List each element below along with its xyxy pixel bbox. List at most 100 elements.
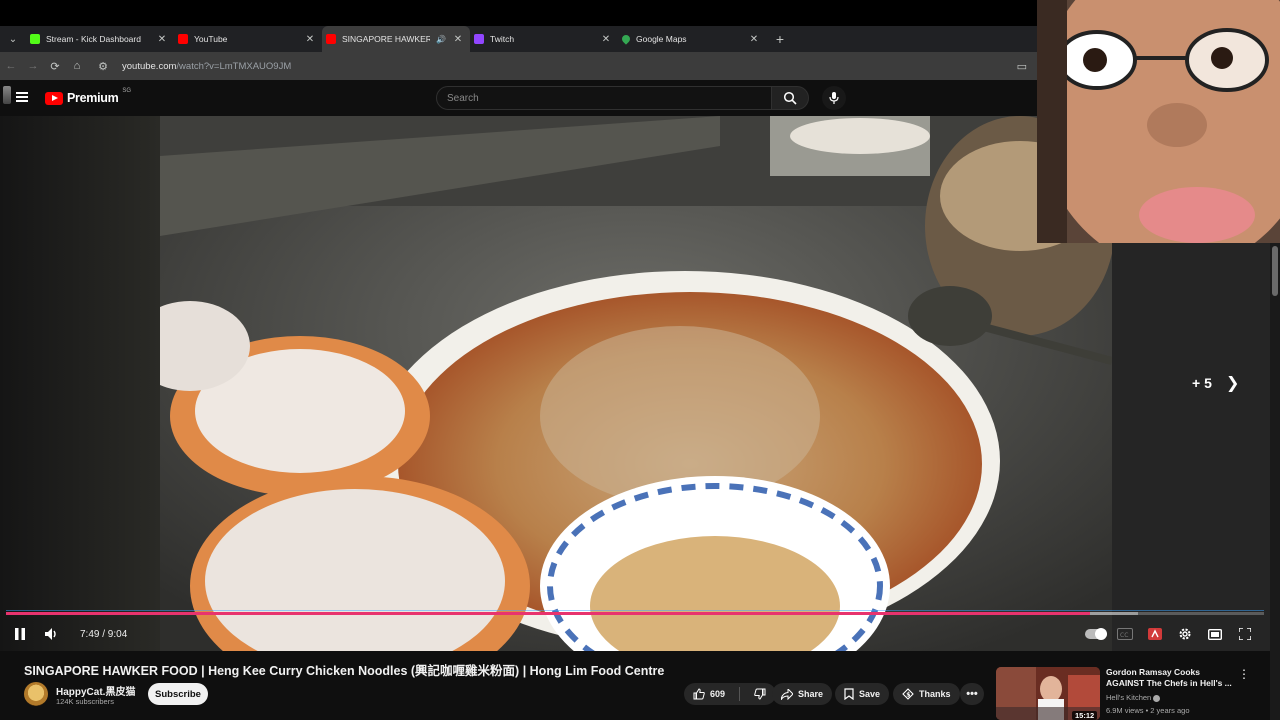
new-tab-button[interactable]: + (770, 31, 790, 47)
verified-icon (1153, 694, 1161, 702)
search-icon (783, 91, 797, 105)
back-arrow-icon[interactable]: ← (0, 60, 22, 72)
search-placeholder: Search (447, 92, 479, 104)
home-icon[interactable]: ⌂ (66, 60, 88, 72)
like-dislike-group: 609 (684, 683, 776, 705)
time-display: 7:49 / 9:04 (80, 628, 128, 640)
scrollbar-thumb[interactable] (1272, 246, 1278, 296)
tab-title: SINGAPORE HAWKER FOOD (342, 34, 431, 44)
more-vertical-icon[interactable]: ⋮ (1238, 667, 1250, 681)
recommended-duration: 15:12 (1072, 711, 1098, 720)
progress-highlight-line (6, 610, 1264, 611)
pause-button[interactable] (8, 620, 32, 648)
recommended-meta: 6.9M views • 2 years ago (1106, 706, 1190, 715)
subscribe-button[interactable]: Subscribe (148, 683, 208, 705)
tab-title: Stream - Kick Dashboard (46, 34, 141, 44)
settings-button[interactable] (1174, 620, 1196, 648)
address-bar: ← → ⟳ ⌂ ⚙ youtube.com/watch?v=LmTMXAUO9J… (0, 52, 1037, 80)
share-label: Share (798, 689, 824, 699)
maps-icon (620, 33, 632, 45)
channel-name[interactable]: HappyCat.黑皮猫 (56, 683, 135, 698)
next-videos-count[interactable]: + 5 (1192, 375, 1212, 391)
thumbs-up-icon (693, 688, 705, 700)
recommended-channel[interactable]: Hell's Kitchen (1106, 693, 1161, 702)
browser-tab[interactable]: YouTube ✕ (174, 26, 322, 52)
captions-button[interactable]: CC (1114, 620, 1136, 648)
url-host: youtube.com (122, 60, 177, 72)
autoplay-toggle-icon (1085, 628, 1107, 640)
like-count: 609 (710, 689, 726, 699)
forward-arrow-icon[interactable]: → (22, 60, 44, 72)
like-divider (739, 687, 741, 701)
browser-tab[interactable]: Twitch ✕ (470, 26, 618, 52)
like-button[interactable]: 609 (684, 683, 734, 705)
channel-avatar[interactable] (24, 682, 48, 706)
youtube-icon (178, 34, 188, 44)
url-path: /watch?v=LmTMXAUO9JM (176, 60, 292, 72)
super-thanks-icon: $ (902, 688, 914, 700)
volume-icon (45, 628, 56, 640)
pause-icon (15, 628, 25, 640)
fullscreen-icon (1239, 628, 1251, 640)
player-letterbox-left (0, 116, 160, 651)
search-button[interactable] (771, 86, 809, 110)
fullscreen-button[interactable] (1234, 620, 1256, 648)
site-info-icon[interactable]: ⚙ (92, 60, 114, 73)
more-horizontal-icon: ••• (966, 688, 978, 700)
voice-search-button[interactable] (822, 86, 846, 110)
hamburger-menu-icon[interactable] (16, 92, 28, 102)
save-label: Save (859, 689, 881, 699)
microphone-icon (829, 92, 839, 104)
recommended-channel-name: Hell's Kitchen (1106, 693, 1152, 702)
youtube-brand-text: Premium (67, 91, 119, 105)
streamer-face-image (1037, 0, 1280, 243)
close-icon[interactable]: ✕ (452, 34, 464, 45)
youtube-play-icon (45, 91, 63, 105)
sidebar-edge (3, 86, 11, 104)
svg-text:CC: CC (1120, 632, 1128, 639)
volume-button[interactable] (40, 620, 64, 648)
video-frame[interactable] (160, 116, 1112, 651)
tab-title: YouTube (194, 34, 228, 44)
tab-audio-icon[interactable]: 🔊 (436, 35, 446, 44)
youtube-logo[interactable]: Premium SG (45, 88, 131, 105)
close-icon[interactable]: ✕ (748, 34, 760, 45)
close-icon[interactable]: ✕ (600, 34, 612, 45)
close-icon[interactable]: ✕ (304, 34, 316, 45)
share-icon (781, 688, 793, 700)
tab-title: Google Maps (636, 34, 687, 44)
miniplayer-badge[interactable] (1144, 620, 1166, 648)
theater-icon (1208, 628, 1222, 640)
browser-tab[interactable]: Google Maps ✕ (618, 26, 766, 52)
browser-tab[interactable]: SINGAPORE HAWKER FOOD 🔊 ✕ (322, 26, 470, 52)
curry-chicken-video-image (160, 116, 1112, 651)
subscriber-count: 124K subscribers (56, 697, 114, 706)
theater-mode-button[interactable] (1204, 620, 1226, 648)
dislike-button[interactable] (745, 683, 775, 705)
autoplay-toggle[interactable] (1084, 620, 1108, 648)
thanks-button[interactable]: $ Thanks (893, 683, 960, 705)
search-input[interactable]: Search (436, 86, 772, 110)
close-icon[interactable]: ✕ (156, 34, 168, 45)
tab-search-chevron-icon[interactable]: ⌄ (0, 26, 26, 52)
webcam-overlay (1037, 0, 1280, 243)
youtube-icon (326, 34, 336, 44)
svg-text:$: $ (906, 691, 910, 698)
reload-icon[interactable]: ⟳ (44, 60, 66, 73)
bookmark-icon (844, 688, 854, 700)
captions-icon: CC (1117, 628, 1133, 640)
tab-title: Twitch (490, 34, 515, 44)
url-field[interactable]: youtube.com/watch?v=LmTMXAUO9JM (122, 61, 291, 72)
cast-icon[interactable]: ▭ (1017, 60, 1027, 73)
twitch-icon (474, 34, 484, 44)
progress-played (6, 612, 1090, 615)
share-button[interactable]: Share (772, 683, 833, 705)
browser-tab[interactable]: Stream - Kick Dashboard ✕ (26, 26, 174, 52)
chevron-right-icon[interactable]: ❯ (1226, 373, 1239, 393)
more-actions-button[interactable]: ••• (960, 683, 984, 705)
video-title: SINGAPORE HAWKER FOOD | Heng Kee Curry C… (24, 664, 665, 678)
recommended-title[interactable]: Gordon Ramsay Cooks AGAINST The Chefs in… (1106, 667, 1236, 689)
page-scrollbar[interactable] (1270, 243, 1280, 720)
save-button[interactable]: Save (835, 683, 890, 705)
red-badge-icon (1148, 628, 1162, 640)
